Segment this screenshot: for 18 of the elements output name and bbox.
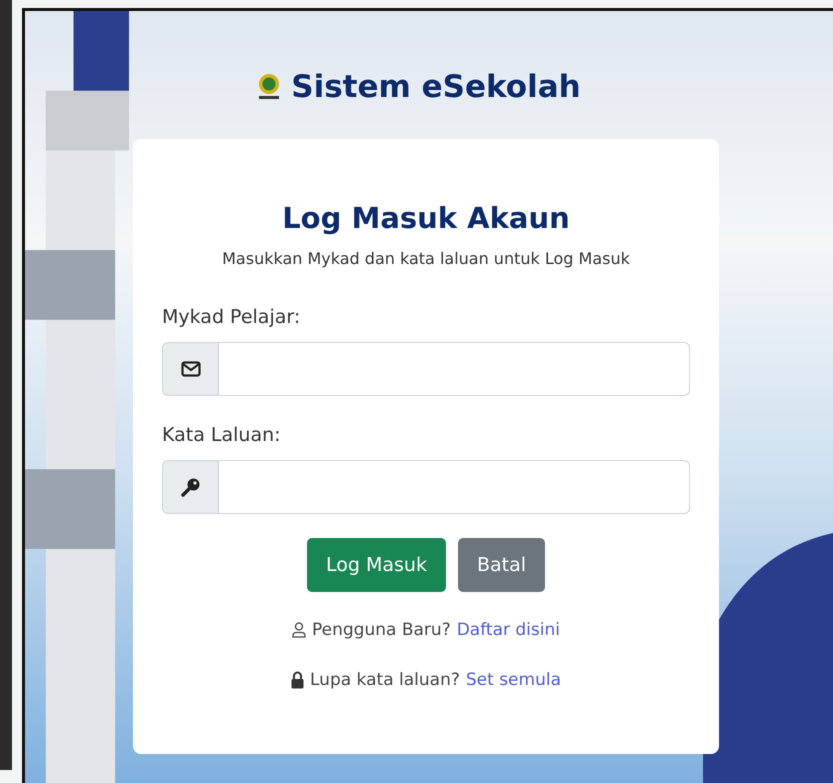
school-crest-icon [257,73,282,101]
envelope-icon [180,361,200,377]
lock-icon [291,671,304,689]
person-icon [292,622,306,638]
app-title: Sistem eSekolah [291,69,581,105]
input-field[interactable] [219,460,690,514]
field-label: Kata Laluan: [162,424,282,446]
prompt-text: Pengguna Baru? [312,620,451,640]
cancel-button[interactable]: Batal [458,538,546,592]
register-link[interactable]: Daftar disini [456,620,560,640]
reset-link[interactable]: Set semula [466,670,561,690]
field-label: Mykad Pelajar: [162,306,302,328]
key-icon [180,477,200,497]
input-field[interactable] [219,342,690,396]
login-button[interactable]: Log Masuk [306,538,446,592]
card-subtitle: Masukkan Mykad dan kata laluan untuk Log Masuk [221,249,631,268]
card-heading: Log Masuk Akaun [281,201,571,235]
prompt-text: Lupa kata laluan? [310,670,460,690]
